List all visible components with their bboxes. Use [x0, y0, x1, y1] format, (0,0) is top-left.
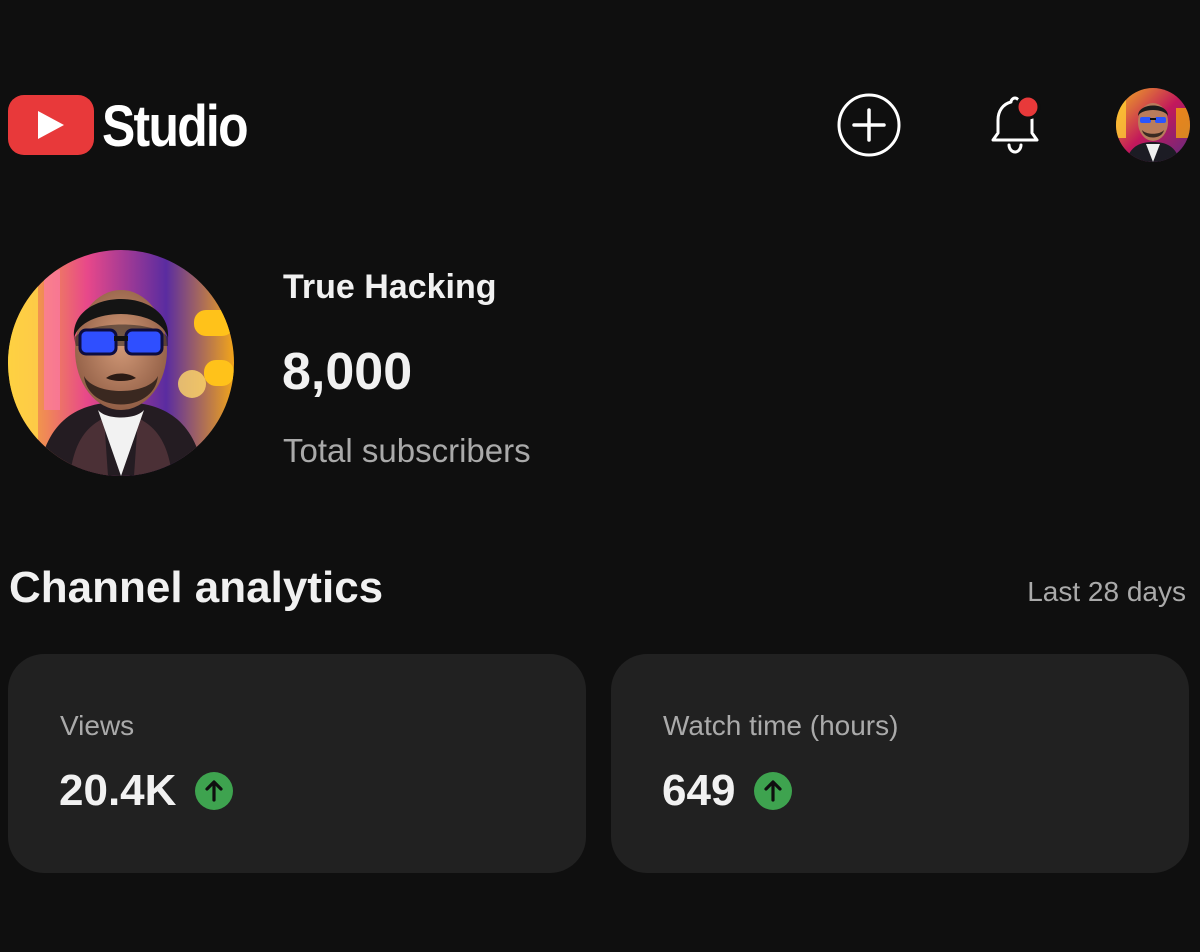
watch-time-card[interactable]: Watch time (hours) 649 — [611, 654, 1189, 873]
channel-name: True Hacking — [283, 268, 497, 306]
plus-circle-icon — [837, 93, 901, 157]
notifications-button[interactable] — [982, 90, 1050, 158]
card-value: 20.4K — [59, 766, 177, 815]
avatar-image — [1116, 88, 1190, 162]
channel-avatar[interactable] — [8, 250, 234, 476]
channel-avatar-image — [8, 250, 234, 476]
notification-dot — [1015, 94, 1041, 120]
subscriber-count: 8,000 — [282, 343, 413, 401]
views-card[interactable]: Views 20.4K — [8, 654, 586, 873]
period-label: Last 28 days — [1027, 576, 1186, 607]
account-avatar[interactable] — [1116, 88, 1190, 162]
subscriber-label: Total subscribers — [283, 432, 531, 469]
create-button[interactable] — [836, 92, 902, 158]
card-value-row: 649 — [662, 766, 793, 816]
card-label: Views — [60, 710, 135, 741]
card-label: Watch time (hours) — [663, 710, 899, 741]
studio-logo[interactable]: Studio — [8, 94, 270, 156]
analytics-title: Channel analytics — [9, 563, 384, 612]
logo-text: Studio — [102, 94, 249, 159]
bell-icon — [991, 94, 1041, 154]
studio-dashboard: Studio True Hacking 8,000 Total subscrib… — [0, 0, 1200, 952]
youtube-play-icon — [8, 95, 94, 155]
arrow-up-icon — [194, 771, 234, 811]
arrow-up-icon — [753, 771, 793, 811]
card-value: 649 — [662, 766, 736, 815]
card-value-row: 20.4K — [59, 766, 234, 816]
